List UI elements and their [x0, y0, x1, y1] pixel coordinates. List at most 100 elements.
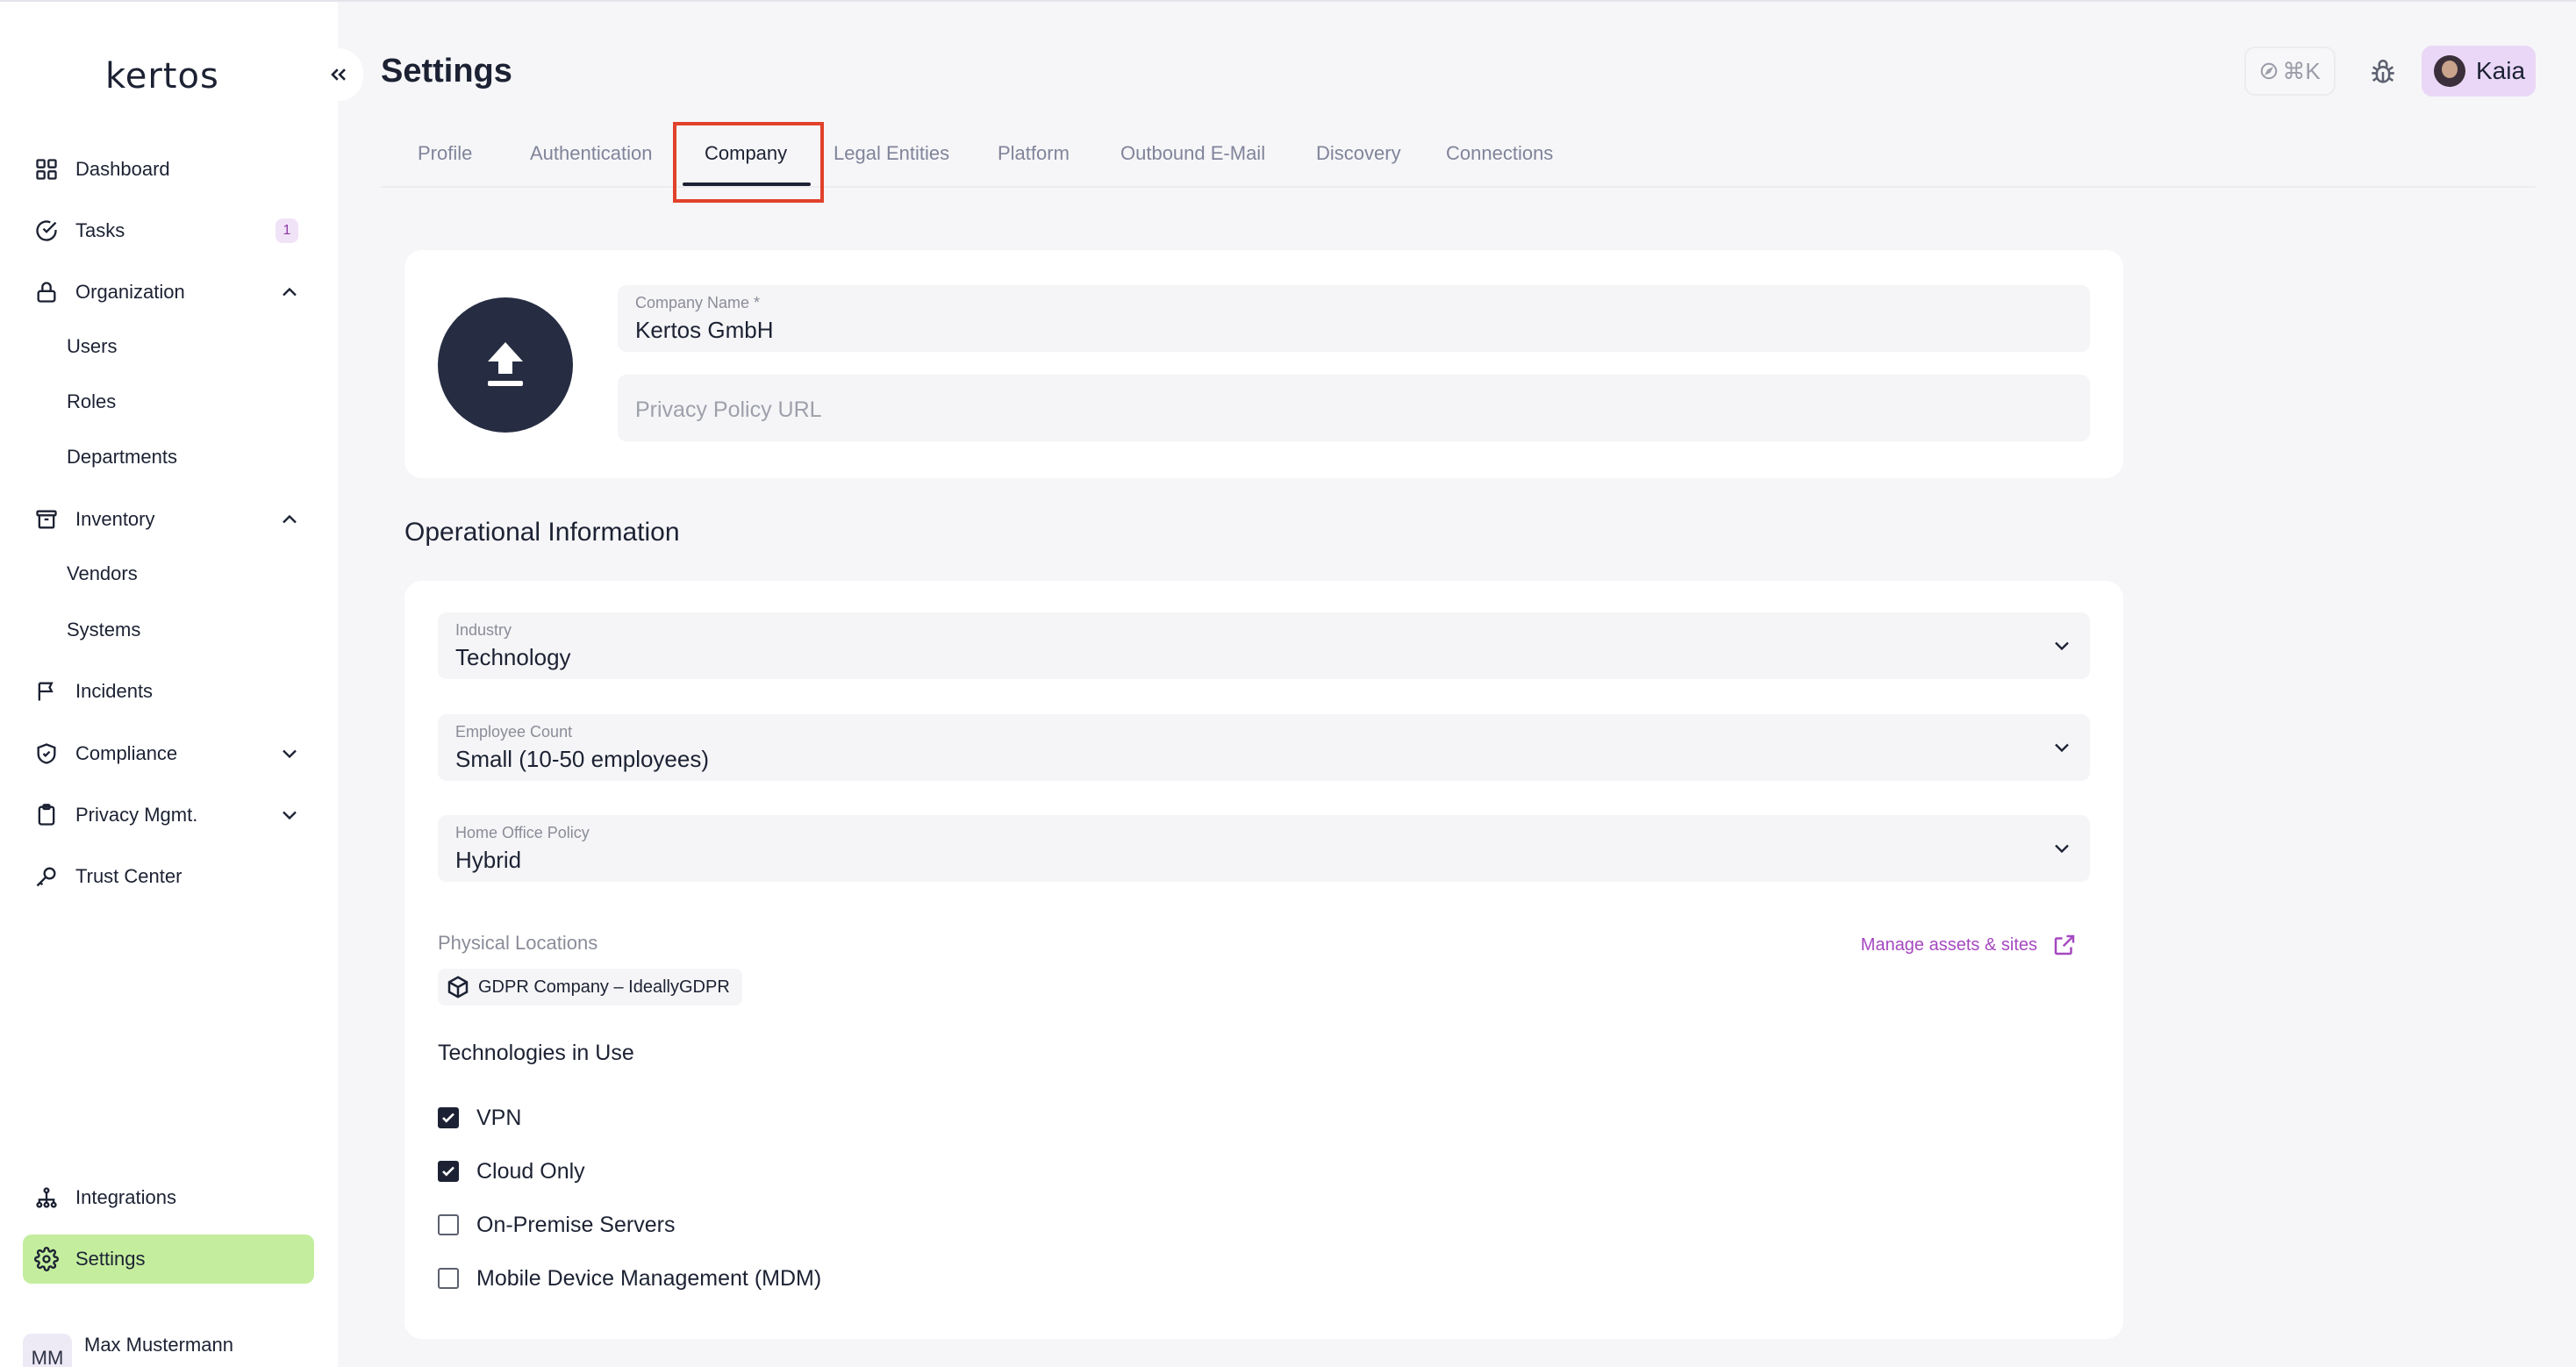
chevron-down-icon[interactable] — [277, 803, 302, 827]
check-circle-icon — [32, 216, 61, 246]
physical-locations-label: Physical Locations — [438, 932, 598, 954]
sidebar-item-label: Integrations — [75, 1186, 176, 1208]
sidebar-item-compliance[interactable]: Compliance — [23, 729, 314, 778]
tab-platform[interactable]: Platform — [998, 142, 1070, 165]
lock-icon — [32, 277, 61, 307]
sidebar-item-users[interactable]: Users — [67, 329, 117, 364]
highlight-annotation — [673, 122, 824, 203]
location-chip[interactable]: GDPR Company – IdeallyGDPR — [438, 969, 742, 1006]
operational-card: Industry Technology Employee Count Small… — [404, 581, 2123, 1339]
chevron-up-icon[interactable] — [277, 280, 302, 304]
key-icon — [32, 862, 61, 891]
sidebar-item-integrations[interactable]: Integrations — [23, 1173, 314, 1222]
sidebar-item-label: Tasks — [75, 219, 125, 241]
user-chip-name: Kaia — [2476, 57, 2526, 84]
field-label: Company Name * — [635, 294, 761, 311]
avatar — [2434, 55, 2465, 87]
sidebar-item-vendors[interactable]: Vendors — [67, 556, 138, 591]
report-bug-button[interactable] — [2364, 53, 2402, 91]
chevron-down-icon[interactable] — [277, 741, 302, 766]
sidebar-item-settings[interactable]: Settings — [23, 1235, 314, 1284]
tab-profile[interactable]: Profile — [418, 142, 472, 165]
company-name-field[interactable]: Company Name * Kertos GmbH — [618, 285, 2090, 352]
upload-icon — [488, 342, 523, 386]
sidebar-item-dashboard[interactable]: Dashboard — [23, 145, 314, 194]
user-menu-button[interactable]: Kaia — [2422, 46, 2536, 97]
sidebar-item-label: Settings — [75, 1248, 146, 1270]
manage-assets-label: Manage assets & sites — [1860, 934, 2037, 955]
home-office-policy-select[interactable]: Home Office Policy Hybrid — [438, 815, 2090, 882]
app-logo[interactable]: kertos — [105, 56, 219, 97]
sidebar-item-label: Organization — [75, 281, 185, 303]
checkbox[interactable] — [438, 1161, 459, 1182]
shortcut-label: ⌘K — [2282, 57, 2321, 84]
manage-assets-link[interactable]: Manage assets & sites — [1861, 932, 2078, 958]
chevron-down-icon — [2055, 743, 2069, 753]
technology-checkbox-cloud-only[interactable]: Cloud Only — [438, 1156, 585, 1187]
external-link-icon — [2054, 934, 2075, 955]
checkbox[interactable] — [438, 1214, 459, 1235]
sidebar-item-tasks[interactable]: Tasks 1 — [23, 206, 314, 255]
technologies-title: Technologies in Use — [438, 1041, 634, 1065]
privacy-policy-url-field[interactable]: Privacy Policy URL — [618, 375, 2090, 441]
industry-select[interactable]: Industry Technology — [438, 612, 2090, 679]
checkbox-label: Cloud Only — [476, 1158, 585, 1184]
sidebar-item-inventory[interactable]: Inventory — [23, 495, 314, 544]
sidebar-item-roles[interactable]: Roles — [67, 384, 116, 419]
sidebar-item-label: Compliance — [75, 742, 178, 764]
sidebar-user[interactable]: MM Max Mustermann — [23, 1328, 321, 1367]
employee-count-select[interactable]: Employee Count Small (10-50 employees) — [438, 714, 2090, 781]
top-border — [0, 0, 2576, 2]
sidebar-item-label: Trust Center — [75, 865, 182, 887]
gear-icon — [32, 1244, 61, 1274]
sidebar-item-privacy-mgmt[interactable]: Privacy Mgmt. — [23, 791, 314, 840]
checkbox[interactable] — [438, 1268, 459, 1289]
technology-checkbox-vpn[interactable]: VPN — [438, 1102, 521, 1134]
avatar: MM — [23, 1334, 72, 1367]
tab-connections[interactable]: Connections — [1446, 142, 1553, 165]
compass-icon — [2261, 62, 2278, 80]
field-label: Home Office Policy — [455, 824, 590, 841]
logo-upload-button[interactable] — [438, 297, 573, 433]
tab-discovery[interactable]: Discovery — [1316, 142, 1401, 165]
sidebar-item-label: Dashboard — [75, 158, 170, 180]
check-icon — [442, 1166, 454, 1177]
network-icon — [32, 1183, 61, 1213]
command-palette-button[interactable]: ⌘K — [2244, 47, 2336, 96]
sidebar-item-systems[interactable]: Systems — [67, 612, 140, 648]
user-name: Max Mustermann — [84, 1334, 233, 1356]
checkbox[interactable] — [438, 1107, 459, 1128]
sidebar-item-incidents[interactable]: Incidents — [23, 667, 314, 716]
archive-icon — [32, 505, 61, 534]
field-value: Technology — [455, 644, 571, 670]
tab-authentication[interactable]: Authentication — [530, 142, 652, 165]
sidebar-item-departments[interactable]: Departments — [67, 440, 177, 475]
location-chip-label: GDPR Company – IdeallyGDPR — [478, 977, 730, 997]
bug-icon — [2372, 59, 2394, 83]
section-title-operational: Operational Information — [404, 518, 680, 547]
checkbox-label: Mobile Device Management (MDM) — [476, 1265, 822, 1291]
field-label: Industry — [455, 621, 512, 639]
flag-icon — [32, 676, 61, 706]
field-value: Hybrid — [455, 847, 522, 873]
tasks-count-badge: 1 — [275, 218, 298, 243]
tab-legal-entities[interactable]: Legal Entities — [834, 142, 949, 165]
sidebar-item-organization[interactable]: Organization — [23, 268, 314, 317]
company-card: Company Name * Kertos GmbH Privacy Polic… — [404, 250, 2123, 478]
page-title: Settings — [381, 53, 512, 89]
sidebar-item-label: Inventory — [75, 508, 155, 530]
sidebar-item-trust-center[interactable]: Trust Center — [23, 852, 314, 901]
technology-checkbox-on-premise[interactable]: On-Premise Servers — [438, 1209, 675, 1241]
checkbox-label: VPN — [476, 1105, 522, 1130]
sidebar-item-label: Privacy Mgmt. — [75, 804, 198, 826]
check-icon — [442, 1113, 454, 1123]
field-label: Employee Count — [455, 723, 573, 741]
field-value: Small (10-50 employees) — [455, 746, 710, 772]
field-placeholder: Privacy Policy URL — [635, 397, 822, 422]
chevron-up-icon[interactable] — [277, 507, 302, 532]
collapse-sidebar-button[interactable] — [314, 48, 363, 101]
technology-checkbox-mdm[interactable]: Mobile Device Management (MDM) — [438, 1263, 821, 1294]
chevron-down-icon — [2055, 844, 2069, 854]
tab-outbound-email[interactable]: Outbound E-Mail — [1120, 142, 1265, 165]
chevron-down-icon — [2055, 641, 2069, 651]
